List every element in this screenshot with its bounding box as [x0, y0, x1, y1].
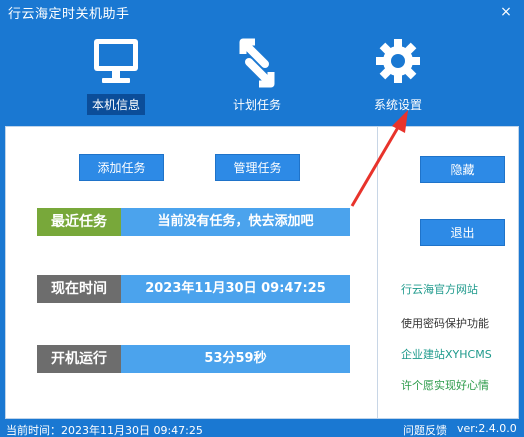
- row-recent-task: 最近任务 当前没有任务，快去添加吧: [37, 208, 350, 236]
- nav-scheduled-tasks[interactable]: 计划任务: [214, 36, 300, 116]
- recent-task-value: 当前没有任务，快去添加吧: [121, 208, 350, 236]
- nav-label-system-settings: 系统设置: [373, 98, 423, 112]
- feedback-link[interactable]: 问题反馈: [403, 422, 447, 437]
- gear-icon: [376, 39, 420, 83]
- exit-button[interactable]: 退出: [420, 219, 505, 246]
- panel-divider: [377, 127, 378, 418]
- row-current-time: 现在时间 2023年11月30日 09:47:25: [37, 275, 350, 303]
- current-time-tag: 现在时间: [37, 275, 121, 303]
- row-uptime: 开机运行 53分59秒: [37, 345, 350, 373]
- nav-machine-info[interactable]: 本机信息: [73, 36, 159, 116]
- arrows-icon: [239, 38, 275, 88]
- close-button[interactable]: ×: [498, 4, 514, 20]
- xyhcms-link[interactable]: 企业建站XYHCMS: [401, 346, 492, 362]
- status-bar: 当前时间：2023年11月30日 09:47:25 问题反馈 ver:2.4.0…: [0, 421, 524, 437]
- hide-button[interactable]: 隐藏: [420, 156, 505, 183]
- add-task-button[interactable]: 添加任务: [79, 154, 164, 181]
- uptime-tag: 开机运行: [37, 345, 121, 373]
- nav-label-machine-info: 本机信息: [86, 94, 146, 115]
- main-panel: 添加任务 管理任务 最近任务 当前没有任务，快去添加吧 现在时间 2023年11…: [5, 126, 519, 419]
- nav-label-scheduled-tasks: 计划任务: [232, 98, 282, 112]
- version-label: ver:2.4.0.0: [457, 422, 517, 435]
- password-protect-link[interactable]: 使用密码保护功能: [401, 315, 489, 331]
- recent-task-tag: 最近任务: [37, 208, 121, 236]
- official-site-link[interactable]: 行云海官方网站: [401, 281, 478, 297]
- status-current-time: 当前时间：2023年11月30日 09:47:25: [6, 424, 203, 437]
- manage-task-button[interactable]: 管理任务: [215, 154, 300, 181]
- uptime-value: 53分59秒: [121, 345, 350, 373]
- monitor-icon: [94, 39, 138, 83]
- nav-system-settings[interactable]: 系统设置: [355, 36, 441, 116]
- current-time-value: 2023年11月30日 09:47:25: [121, 275, 350, 303]
- window-title: 行云海定时关机助手: [8, 7, 130, 22]
- make-wish-link[interactable]: 许个愿实现好心情: [401, 377, 489, 393]
